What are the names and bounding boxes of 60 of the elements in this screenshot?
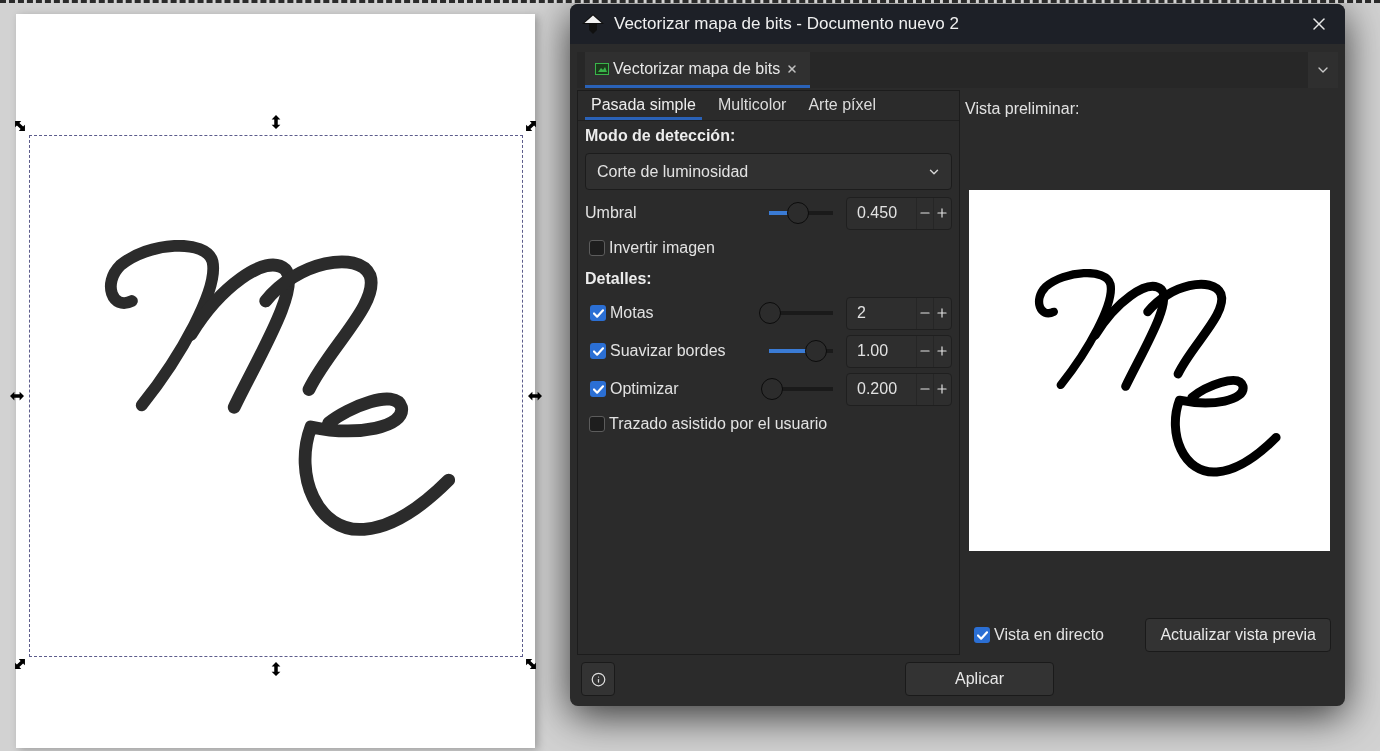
checkbox[interactable] (974, 627, 990, 643)
checkbox[interactable] (590, 305, 606, 321)
checkbox-label[interactable]: Motas (610, 301, 654, 325)
decrement-button[interactable] (916, 297, 933, 329)
picture-icon (595, 62, 609, 75)
apply-button[interactable]: Aplicar (905, 662, 1054, 696)
info-button[interactable] (581, 662, 615, 696)
number-field[interactable]: 0.200 (847, 377, 916, 401)
mode-tab[interactable]: Pasada simple (585, 91, 702, 120)
slider-thumb[interactable] (759, 302, 782, 324)
check-icon (976, 630, 988, 640)
double-arrow-icon[interactable] (10, 389, 24, 403)
mode-tab[interactable]: Arte píxel (802, 91, 882, 120)
checkbox-label[interactable]: Suavizar bordes (610, 339, 726, 363)
dropdown[interactable]: Corte de luminosidad (585, 153, 952, 190)
checkbox-label[interactable]: Invertir imagen (609, 236, 715, 260)
slider-thumb[interactable] (804, 340, 827, 362)
slider-thumb[interactable] (786, 202, 809, 224)
increment-button[interactable] (933, 197, 950, 229)
number-field[interactable]: 0.450 (847, 201, 916, 225)
increment-button[interactable] (933, 373, 950, 405)
plus-icon (935, 382, 949, 396)
double-arrow-icon[interactable] (13, 119, 27, 133)
decrement-button[interactable] (916, 197, 933, 229)
checkbox-label[interactable]: Vista en directo (994, 623, 1146, 647)
setting-label: Umbral (585, 203, 638, 223)
preview-label: Vista preliminar: (965, 99, 1081, 119)
plus-icon (935, 206, 949, 220)
check-icon (592, 346, 604, 356)
section-heading: Detalles: (585, 269, 652, 289)
checkbox[interactable] (590, 343, 606, 359)
number-field[interactable]: 1.00 (847, 339, 916, 363)
info-icon (590, 671, 606, 687)
double-arrow-icon[interactable] (13, 657, 27, 671)
checkbox-label[interactable]: Trazado asistido por el usuario (609, 412, 828, 436)
double-arrow-icon[interactable] (524, 657, 538, 671)
number-field[interactable]: 2 (847, 301, 916, 325)
checkbox-label[interactable]: Optimizar (610, 377, 679, 401)
decrement-button[interactable] (916, 335, 933, 367)
update-preview-button[interactable]: Actualizar vista previa (1145, 618, 1331, 652)
dock-tab[interactable]: Vectorizar mapa de bits (585, 52, 811, 88)
mode-tab[interactable]: Multicolor (711, 91, 793, 120)
window-title: Vectorizar mapa de bits - Documento nuevo 2 (614, 13, 960, 36)
slider-thumb[interactable] (760, 378, 783, 400)
checkbox[interactable] (590, 381, 606, 397)
plus-icon (935, 344, 949, 358)
dock-menu-button[interactable] (1308, 52, 1338, 88)
checkbox[interactable] (589, 416, 605, 432)
increment-button[interactable] (933, 297, 950, 329)
plus-icon (935, 306, 949, 320)
section-heading: Modo de detección: (585, 126, 736, 146)
check-icon (592, 384, 604, 394)
double-arrow-icon[interactable] (524, 119, 538, 133)
decrement-button[interactable] (916, 373, 933, 405)
app-logo-icon (582, 14, 604, 34)
check-icon (592, 308, 604, 318)
close-icon[interactable] (786, 62, 799, 75)
double-arrow-icon[interactable] (528, 389, 542, 403)
increment-button[interactable] (933, 335, 950, 367)
checkbox[interactable] (589, 240, 605, 256)
